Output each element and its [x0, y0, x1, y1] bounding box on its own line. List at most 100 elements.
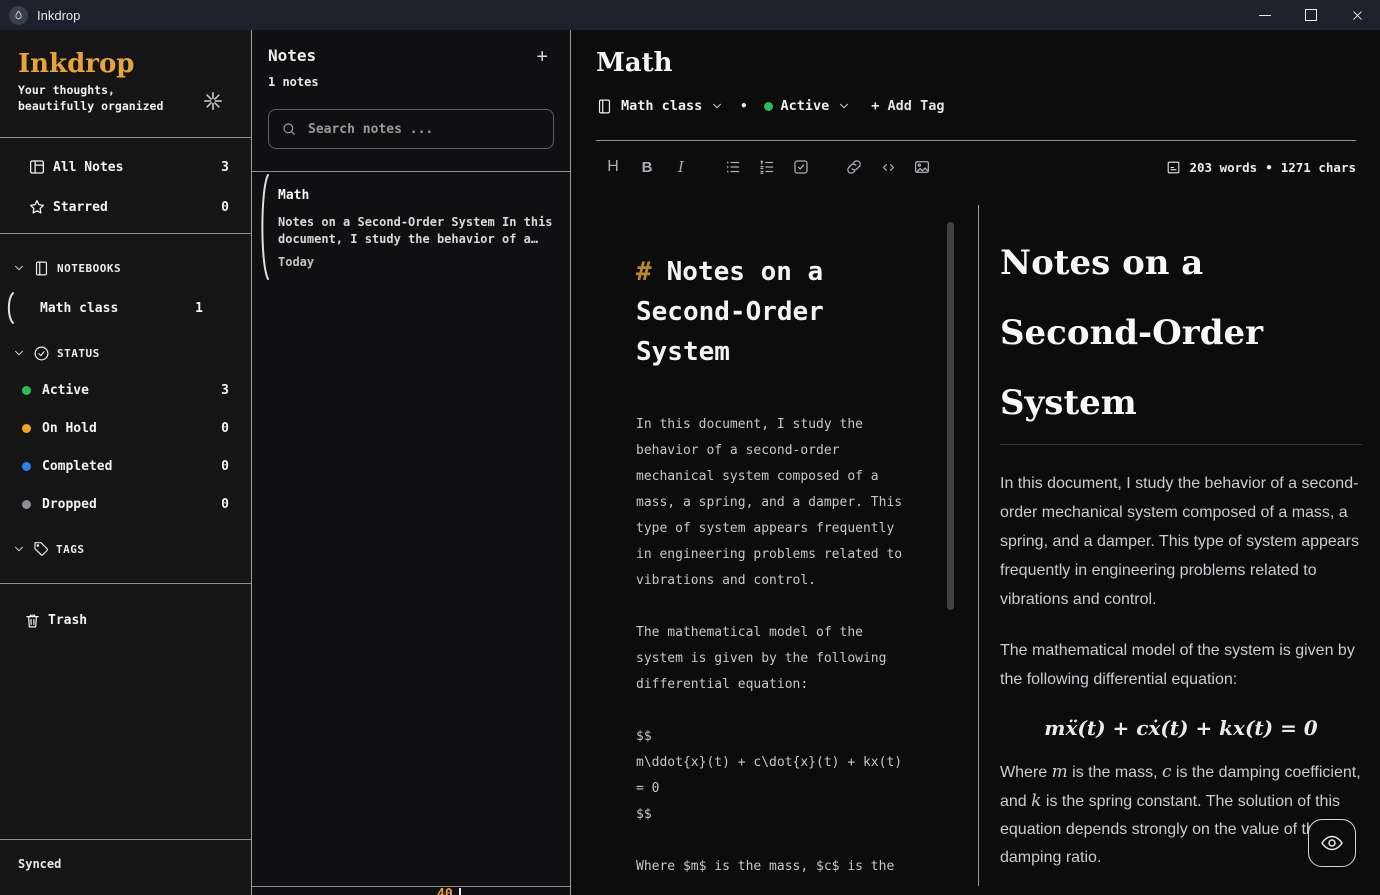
- count-badge: 0: [221, 458, 229, 474]
- sidebar-item-starred[interactable]: Starred 0: [0, 190, 251, 224]
- sidebar: Inkdrop Your thoughts, beautifully organ…: [0, 30, 252, 895]
- maximize-button[interactable]: [1288, 0, 1334, 30]
- divider: [0, 839, 251, 840]
- note-list-item[interactable]: Math Notes on a Second-Order System In t…: [252, 170, 570, 288]
- source-math-block: $$ m\ddot{x}(t) + c\dot{x}(t) + kx(t) = …: [636, 729, 903, 822]
- source-paragraph: Where $m$ is the mass, $c$ is the: [636, 859, 895, 874]
- search-icon: [283, 123, 295, 135]
- notes-list-title: Notes: [268, 46, 317, 65]
- sidebar-item-status-dropped[interactable]: Dropped 0: [0, 487, 251, 521]
- sidebar-section-status[interactable]: STATUS: [0, 339, 251, 367]
- preview-content: Notes on a Second-Order System In this d…: [1000, 228, 1362, 895]
- pane-divider: [978, 205, 979, 886]
- app-logo: Inkdrop: [18, 49, 135, 79]
- link-button[interactable]: [837, 152, 871, 182]
- chevron-down-icon: [15, 265, 23, 271]
- count-badge: 0: [221, 199, 229, 215]
- count-separator: •: [1265, 159, 1273, 175]
- note-item-preview: Notes on a Second-Order System In this d…: [278, 215, 553, 246]
- sparkle-icon[interactable]: [202, 90, 224, 112]
- inkdrop-app-icon: [9, 5, 28, 25]
- sidebar-section-tags[interactable]: TAGS: [0, 535, 251, 563]
- status-dot: [22, 423, 31, 433]
- math-var: k: [1031, 791, 1042, 811]
- minimize-icon: [1259, 14, 1271, 16]
- notebook-icon: [598, 99, 611, 113]
- trash-icon: [26, 614, 39, 627]
- bullet-list-icon: [726, 161, 740, 173]
- italic-button[interactable]: I: [664, 152, 698, 182]
- check-circle-icon: [34, 346, 49, 360]
- minimize-button[interactable]: [1242, 0, 1288, 30]
- notebook-selector[interactable]: Math class: [621, 98, 702, 114]
- search-box[interactable]: [268, 109, 554, 149]
- divider: [0, 583, 251, 584]
- editor-panel: Math Math class • Active + Add Tag H B I: [571, 30, 1380, 895]
- star-icon: [29, 199, 45, 214]
- footer-fragment-cursor: [459, 888, 461, 895]
- count-badge: 3: [221, 382, 229, 398]
- image-button[interactable]: [905, 152, 939, 182]
- preview-paragraph: The mathematical model of the system is …: [1000, 642, 1355, 688]
- chevron-down-icon: [15, 350, 23, 356]
- ordered-list-button[interactable]: [750, 152, 784, 182]
- status-dot: [22, 499, 31, 509]
- checklist-button[interactable]: [784, 152, 818, 182]
- all-notes-icon: [29, 160, 45, 174]
- status-selector[interactable]: Active: [781, 98, 830, 114]
- window-controls: [1242, 0, 1380, 30]
- divider: [596, 140, 1356, 141]
- close-button[interactable]: [1334, 0, 1380, 30]
- divider: [0, 137, 251, 138]
- add-tag-button[interactable]: + Add Tag: [871, 98, 944, 114]
- preview-heading: Notes on a Second-Order System: [1000, 228, 1362, 445]
- titlebar-app-name: Inkdrop: [37, 7, 81, 23]
- search-input[interactable]: [306, 120, 541, 138]
- count-badge: 0: [221, 496, 229, 512]
- app-tagline: Your thoughts, beautifully organized: [18, 83, 164, 113]
- char-count: 1271 chars: [1280, 159, 1356, 175]
- status-dot: [22, 461, 31, 471]
- bold-button[interactable]: B: [630, 152, 664, 182]
- sidebar-item-all-notes[interactable]: All Notes 3: [0, 150, 251, 184]
- scrollbar-thumb[interactable]: [947, 222, 954, 610]
- image-icon: [914, 161, 930, 173]
- selected-indicator: [7, 292, 14, 324]
- add-note-button[interactable]: +: [536, 46, 548, 69]
- count-badge: 3: [221, 159, 229, 175]
- source-heading: # Notes on a Second-Order System: [636, 257, 824, 367]
- sidebar-item-status-active[interactable]: Active 3: [0, 373, 251, 407]
- code-button[interactable]: [871, 152, 905, 182]
- notebook-icon: [35, 261, 48, 275]
- titlebar: Inkdrop: [0, 0, 1380, 30]
- footer-fragment: 40: [437, 887, 453, 895]
- sidebar-item-notebook-math-class[interactable]: Math class 1: [0, 290, 251, 326]
- note-item-title: Math: [278, 188, 310, 203]
- markdown-source-pane[interactable]: # Notes on a Second-Order System In this …: [571, 205, 978, 895]
- chevron-down-icon[interactable]: [837, 99, 851, 113]
- source-paragraph: In this document, I study the behavior o…: [636, 417, 910, 588]
- preview-toggle-button[interactable]: [1308, 819, 1356, 867]
- sidebar-item-status-on-hold[interactable]: On Hold 0: [0, 411, 251, 445]
- chevron-down-icon[interactable]: [710, 99, 724, 113]
- divider: [0, 233, 251, 234]
- sidebar-item-status-completed[interactable]: Completed 0: [0, 449, 251, 483]
- heading-button[interactable]: H: [596, 152, 630, 182]
- sidebar-section-notebooks[interactable]: NOTEBOOKS: [0, 254, 251, 282]
- notes-count: 1 notes: [268, 75, 319, 89]
- ordered-list-icon: [760, 160, 774, 175]
- maximize-icon: [1305, 9, 1317, 21]
- close-icon: [1352, 10, 1362, 20]
- count-badge: 1: [195, 300, 203, 316]
- status-dot: [22, 385, 31, 395]
- source-paragraph: The mathematical model of the system is …: [636, 625, 895, 692]
- bullet-list-button[interactable]: [716, 152, 750, 182]
- meta-separator: •: [740, 99, 748, 113]
- word-count-area: 203 words • 1271 chars: [1166, 152, 1356, 182]
- markdown-source[interactable]: # Notes on a Second-Order System In this …: [636, 252, 908, 895]
- sidebar-item-trash[interactable]: Trash: [0, 603, 251, 637]
- editor-toolbar: H B I: [596, 152, 939, 182]
- selected-indicator: [261, 174, 269, 280]
- preview-paragraph: In this document, I study the behavior o…: [1000, 475, 1360, 608]
- code-icon: [882, 163, 894, 171]
